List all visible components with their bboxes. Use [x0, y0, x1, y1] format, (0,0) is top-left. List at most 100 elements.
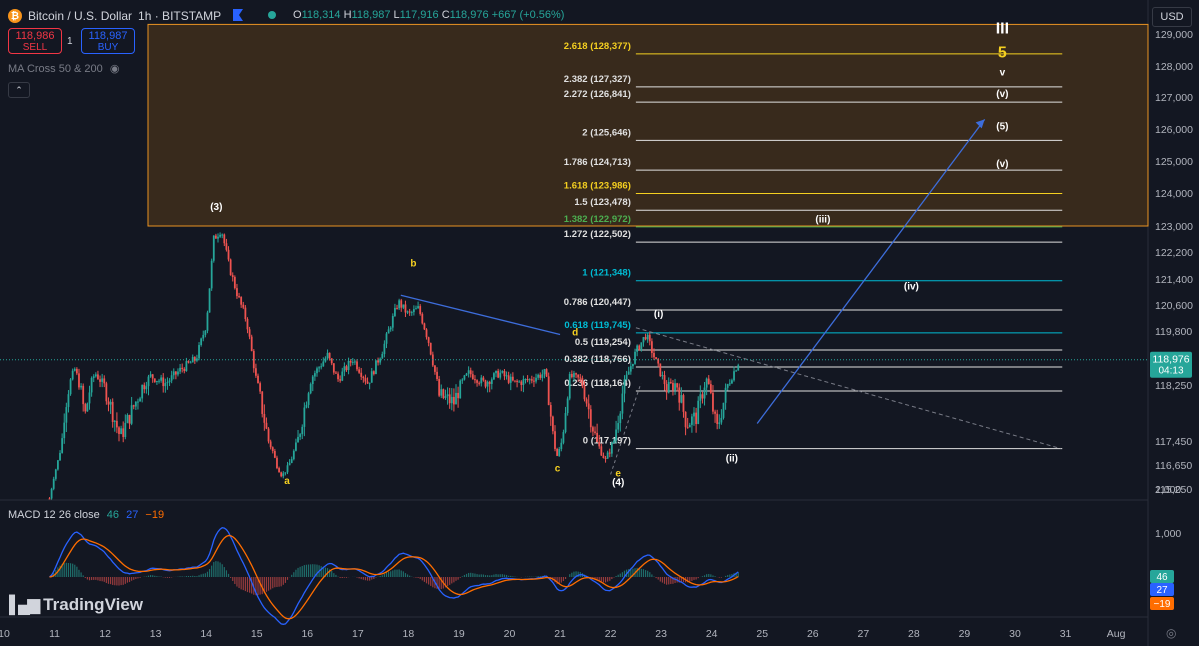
candle-body: [398, 300, 401, 309]
wave-label: c: [555, 463, 561, 474]
wave-label: v: [1000, 67, 1006, 78]
candle-body: [575, 373, 577, 375]
candle-body: [59, 452, 61, 461]
candle-body: [678, 387, 681, 403]
candle-body: [482, 377, 485, 381]
candle-body: [151, 374, 154, 379]
candle-body: [109, 401, 112, 405]
candle-body: [177, 371, 179, 375]
candle-body: [688, 424, 691, 428]
candle-body: [174, 371, 177, 375]
candle-body: [372, 371, 375, 375]
candle-body: [625, 374, 628, 380]
candle-body: [368, 382, 371, 384]
candle-body: [421, 313, 424, 324]
candle-body: [474, 379, 476, 381]
candle-body: [425, 329, 428, 338]
price-tick-label: 119,800: [1155, 326, 1192, 338]
macd-value-label: 27: [1156, 585, 1168, 596]
chart-canvas[interactable]: 2.618 (128,377) 2.382 (127,327) 2.272 (126…: [0, 0, 1199, 646]
interval-exchange[interactable]: 1h · BITSTAMP: [138, 9, 221, 23]
candle-body: [263, 413, 266, 423]
candle-body: [137, 401, 139, 403]
candle-body: [90, 377, 93, 393]
candle-body: [589, 409, 592, 428]
candle-body: [499, 372, 502, 378]
candle-body: [196, 358, 198, 361]
candle-body: [221, 234, 224, 236]
candle-body: [122, 428, 125, 437]
candle-body: [208, 288, 211, 313]
candle-body: [699, 394, 702, 401]
candle-body: [486, 381, 489, 387]
candle-body: [313, 373, 316, 377]
buy-button[interactable]: 118,987 BUY: [81, 28, 135, 54]
candle-body: [623, 379, 626, 394]
candle-body: [48, 498, 51, 500]
price-tick-label: 124,000: [1155, 188, 1193, 200]
price-change: +667 (+0.56%): [491, 9, 565, 21]
collapse-icon[interactable]: ⌃: [8, 82, 30, 98]
candle-body: [423, 323, 426, 330]
candle-body: [248, 329, 251, 337]
eye-icon[interactable]: ◉: [110, 63, 120, 75]
macd-legend[interactable]: MACD 12 26 close 46 27 −19: [8, 509, 164, 521]
candle-body: [130, 405, 133, 424]
candle-body: [707, 378, 710, 385]
candle-body: [714, 411, 716, 414]
candle-body: [242, 304, 245, 308]
candle-body: [316, 368, 318, 374]
candle-body: [665, 384, 668, 393]
candle-body: [551, 416, 554, 432]
candle-body: [97, 374, 99, 380]
candle-body: [115, 420, 118, 428]
candle-body: [351, 361, 354, 363]
gear-icon[interactable]: ◎: [1166, 626, 1176, 640]
price-tick-label: 126,000: [1155, 124, 1193, 136]
candle-body: [162, 377, 165, 387]
fib-level-label: 0 (117,197): [583, 436, 631, 447]
candle-body: [737, 365, 740, 371]
candle-body: [223, 234, 226, 244]
time-tick-label: 22: [605, 628, 617, 640]
candle-body: [356, 361, 358, 370]
candle-body: [608, 452, 611, 454]
fib-level-label: 2 (125,646): [582, 127, 631, 138]
candle-body: [659, 363, 662, 377]
last-price-label: 118,976: [1152, 354, 1189, 366]
candle-body: [530, 379, 533, 381]
candle-body: [276, 457, 278, 469]
currency-button[interactable]: USD: [1152, 7, 1192, 27]
candle-body: [417, 306, 419, 309]
candle-body: [556, 448, 559, 456]
candle-body: [476, 380, 478, 383]
dashed-wave-line: [610, 383, 642, 475]
candle-body: [330, 358, 333, 364]
tradingview-logo: ▌▄▆ TradingView: [9, 595, 143, 614]
candle-body: [452, 396, 455, 405]
ma-cross-indicator[interactable]: MA Cross 50 & 200 ◉: [8, 62, 119, 75]
time-tick-label: 12: [99, 628, 111, 640]
sell-button[interactable]: 118,986 SELL: [8, 28, 62, 54]
candle-body: [463, 375, 466, 380]
candle-body: [621, 393, 624, 414]
candle-body: [663, 375, 666, 385]
fib-level-label: 1.382 (122,972): [564, 214, 631, 225]
candle-body: [345, 366, 348, 371]
time-tick-label: 21: [554, 628, 566, 640]
candle-body: [583, 385, 586, 400]
candle-body: [179, 367, 181, 372]
candle-body: [733, 371, 735, 381]
time-tick-label: 16: [301, 628, 313, 640]
candle-body: [427, 337, 430, 343]
candle-body: [672, 382, 674, 391]
candle-body: [442, 389, 445, 398]
candle-body: [585, 399, 588, 404]
candle-body: [172, 371, 175, 376]
price-tick-label: 129,000: [1155, 29, 1193, 41]
candle-body: [560, 442, 563, 450]
wave-label: (ii): [726, 453, 738, 464]
time-tick-label: 31: [1060, 628, 1072, 640]
symbol-title[interactable]: ₿ Bitcoin / U.S. Dollar 1h · BITSTAMP: [8, 9, 221, 23]
candle-body: [244, 307, 247, 319]
